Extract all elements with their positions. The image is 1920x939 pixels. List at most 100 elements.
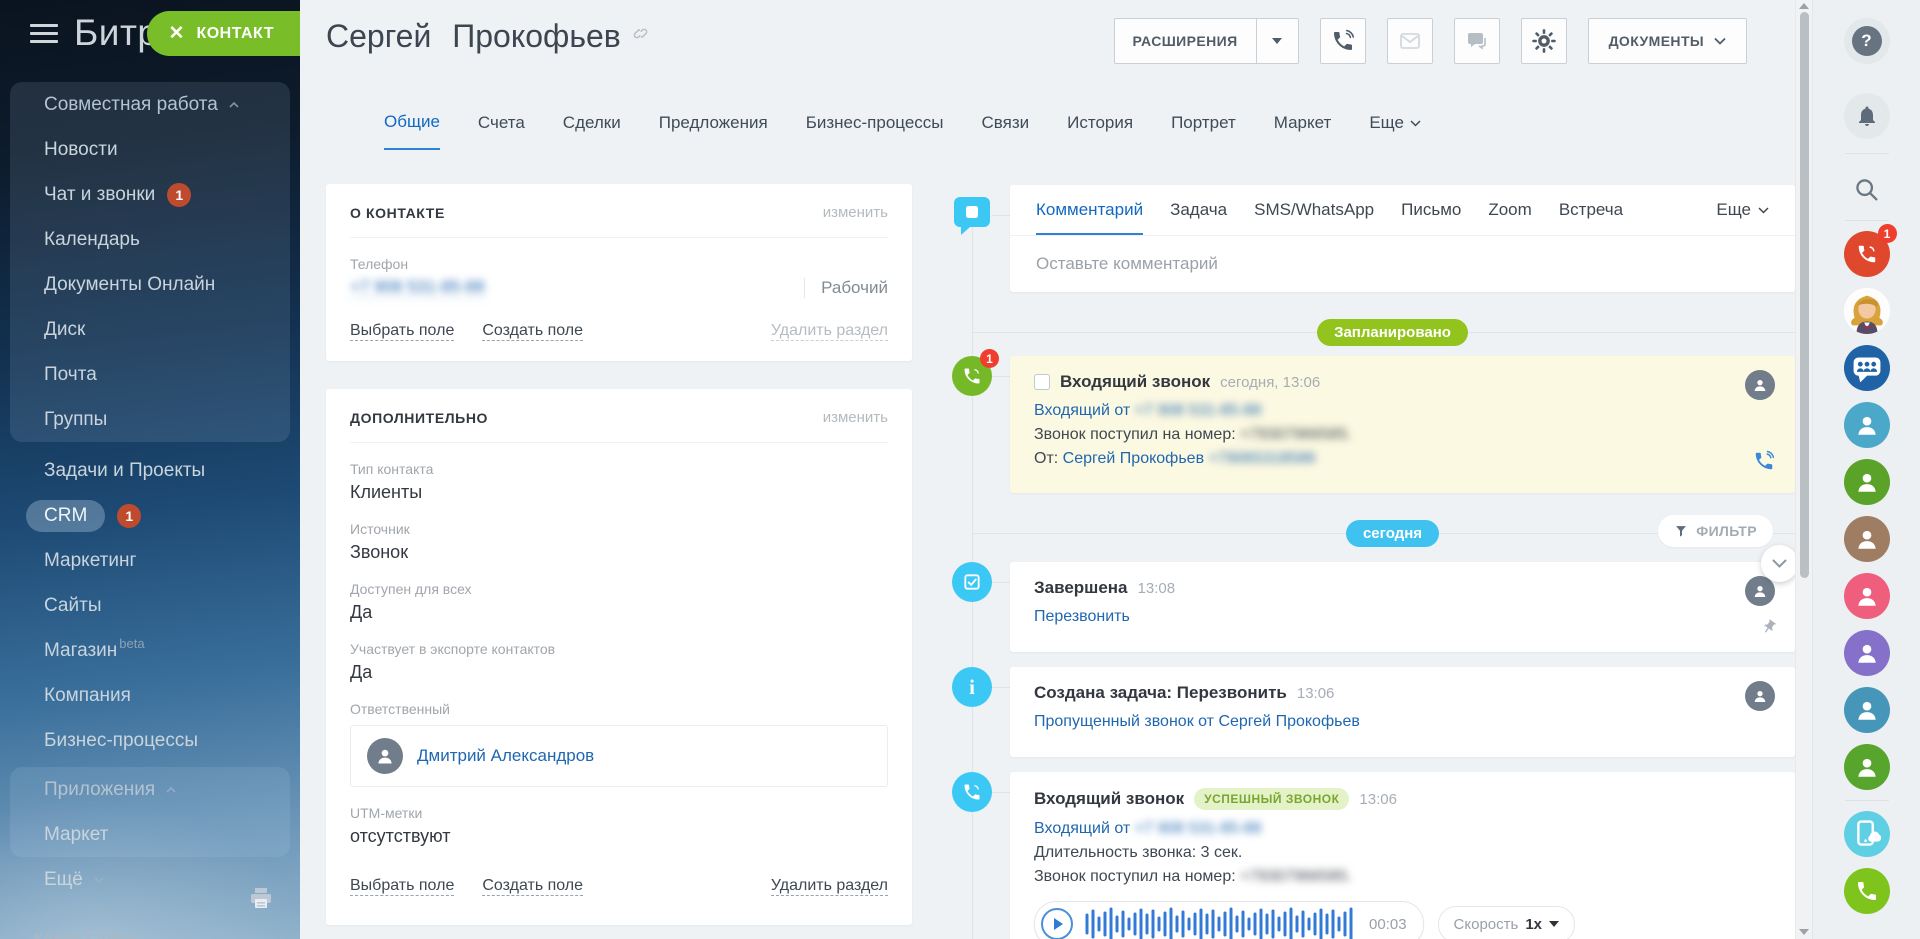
user-avatar[interactable] xyxy=(1844,573,1890,619)
sidebar-item-marketing[interactable]: Маркетинг xyxy=(10,538,290,583)
responsible-user-link[interactable]: Дмитрий Александров xyxy=(417,746,594,766)
avatar[interactable] xyxy=(1745,576,1775,606)
comment-input[interactable] xyxy=(1010,236,1795,292)
contact-entity-pill[interactable]: ✕ КОНТАКТ xyxy=(147,11,300,56)
settings-button[interactable] xyxy=(1521,18,1567,64)
editor-tab-zoom[interactable]: Zoom xyxy=(1488,185,1531,235)
incoming-from-link[interactable]: Входящий от xyxy=(1034,402,1130,419)
editor-tab-sms[interactable]: SMS/WhatsApp xyxy=(1254,185,1374,235)
tab-bizproc[interactable]: Бизнес-процессы xyxy=(806,112,944,150)
create-field-link[interactable]: Создать поле xyxy=(482,322,583,341)
sidebar-item-mail[interactable]: Почта xyxy=(10,352,290,397)
sidebar-item-disk[interactable]: Диск xyxy=(10,307,290,352)
scroll-up-arrow[interactable] xyxy=(1799,3,1809,9)
notifications-button[interactable] xyxy=(1844,93,1890,139)
user-avatar[interactable] xyxy=(1844,744,1890,790)
about-card: О КОНТАКТЕ изменить Телефон +7 908 531-8… xyxy=(326,184,912,361)
telephony-button[interactable] xyxy=(1844,868,1890,914)
select-field-link[interactable]: Выбрать поле xyxy=(350,322,454,341)
user-avatar[interactable] xyxy=(1844,630,1890,676)
tab-relations[interactable]: Связи xyxy=(982,112,1030,150)
contact-phone-link[interactable]: +79065318586 xyxy=(1209,450,1316,467)
about-edit-link[interactable]: изменить xyxy=(823,204,888,221)
caller-phone-link[interactable]: +7 908 531-85-88 xyxy=(1135,820,1262,837)
page-title: Сергей Прокофьев xyxy=(326,14,650,55)
scroll-down-arrow[interactable] xyxy=(1799,929,1809,935)
select-field-link[interactable]: Выбрать поле xyxy=(350,877,454,896)
pin-icon[interactable] xyxy=(1761,619,1777,640)
phone-value-link[interactable]: +7 908 531-85-88 xyxy=(350,277,485,298)
call-counter-badge: 1 xyxy=(1878,224,1897,243)
chat-button[interactable] xyxy=(1454,18,1500,64)
tab-profile[interactable]: Портрет xyxy=(1171,112,1236,150)
user-avatar[interactable] xyxy=(1844,516,1890,562)
editor-tab-meeting[interactable]: Встреча xyxy=(1559,185,1623,235)
extensions-button[interactable]: РАСШИРЕНИЯ xyxy=(1114,18,1299,64)
search-button[interactable] xyxy=(1844,170,1890,210)
sidebar-item-collaboration[interactable]: Совместная работа xyxy=(10,82,290,127)
missed-call-link[interactable]: Пропущенный звонок от Сергей Прокофьев xyxy=(1034,713,1360,730)
sidebar-item-tasks[interactable]: Задачи и Проекты xyxy=(10,448,290,493)
printer-icon[interactable] xyxy=(248,886,274,915)
sitemap-link[interactable]: КАРТА САЙТА xyxy=(34,930,137,939)
avatar[interactable] xyxy=(1745,370,1775,400)
active-call-button[interactable]: 1 xyxy=(1844,231,1890,277)
create-field-link[interactable]: Создать поле xyxy=(482,877,583,896)
contact-link[interactable]: Сергей Прокофьев xyxy=(1063,450,1204,467)
user-avatar[interactable] xyxy=(1844,459,1890,505)
scrollbar-thumb[interactable] xyxy=(1800,12,1809,578)
sidebar-item-sites[interactable]: Сайты xyxy=(10,583,290,628)
sidebar-item-chat[interactable]: Чат и звонки 1 xyxy=(10,172,290,217)
group-chat-avatar[interactable] xyxy=(1844,345,1890,391)
tab-deals[interactable]: Сделки xyxy=(563,112,621,150)
extensions-dropdown-button[interactable] xyxy=(1256,19,1298,63)
editor-tab-more[interactable]: Еще xyxy=(1716,185,1769,235)
sidebar-item-applications[interactable]: Приложения xyxy=(10,767,290,812)
task-link[interactable]: Перезвонить xyxy=(1034,608,1130,625)
sidebar-item-calendar[interactable]: Календарь xyxy=(10,217,290,262)
tab-history[interactable]: История xyxy=(1067,112,1133,150)
sidebar-item-groups[interactable]: Группы xyxy=(10,397,290,442)
sidebar-item-documents[interactable]: Документы Онлайн xyxy=(10,262,290,307)
tab-quotes[interactable]: Предложения xyxy=(659,112,768,150)
nav-group-collaboration: Совместная работа Новости Чат и звонки 1… xyxy=(10,82,290,442)
tab-general[interactable]: Общие xyxy=(384,112,440,150)
sidebar-item-bizproc[interactable]: Бизнес-процессы xyxy=(10,718,290,763)
call-button[interactable] xyxy=(1320,18,1366,64)
sidebar-item-news[interactable]: Новости xyxy=(10,127,290,172)
delete-section-link[interactable]: Удалить раздел xyxy=(771,322,888,341)
contact-fields-column: О КОНТАКТЕ изменить Телефон +7 908 531-8… xyxy=(326,184,912,939)
sidebar-item-shop[interactable]: Магазин beta xyxy=(10,628,290,673)
email-button[interactable] xyxy=(1387,18,1433,64)
item-checkbox[interactable] xyxy=(1034,374,1050,390)
editor-tab-comment[interactable]: Комментарий xyxy=(1036,185,1143,235)
edit-link-icon[interactable] xyxy=(631,14,650,50)
delete-section-link[interactable]: Удалить раздел xyxy=(771,877,888,896)
field-value: Звонок xyxy=(350,542,888,563)
tab-more[interactable]: Еще xyxy=(1369,112,1421,150)
scroll-down-fab[interactable] xyxy=(1761,545,1795,582)
tab-invoices[interactable]: Счета xyxy=(478,112,525,150)
editor-tab-task[interactable]: Задача xyxy=(1170,185,1227,235)
user-avatar[interactable] xyxy=(1844,687,1890,733)
incoming-from-link[interactable]: Входящий от xyxy=(1034,820,1130,837)
filter-button[interactable]: ФИЛЬТР xyxy=(1658,515,1773,547)
caller-phone-link[interactable]: +7 908 531-85-88 xyxy=(1135,402,1262,419)
menu-burger-icon[interactable] xyxy=(30,24,58,48)
close-icon[interactable]: ✕ xyxy=(169,22,185,45)
sidebar-item-company[interactable]: Компания xyxy=(10,673,290,718)
playback-speed-control[interactable]: Скорость 1x xyxy=(1438,906,1575,939)
user-photo-avatar[interactable] xyxy=(1844,288,1890,334)
editor-tab-letter[interactable]: Письмо xyxy=(1401,185,1461,235)
sidebar-item-market[interactable]: Маркет xyxy=(10,812,290,857)
mobile-app-button[interactable] xyxy=(1844,811,1890,857)
help-button[interactable]: ? xyxy=(1844,18,1890,64)
documents-button[interactable]: ДОКУМЕНТЫ xyxy=(1588,18,1747,64)
details-edit-link[interactable]: изменить xyxy=(823,409,888,426)
tab-market[interactable]: Маркет xyxy=(1274,112,1332,150)
play-button[interactable] xyxy=(1041,908,1073,939)
user-avatar[interactable] xyxy=(1844,402,1890,448)
sidebar-item-crm[interactable]: CRM 1 xyxy=(10,493,290,538)
callback-phone-icon[interactable] xyxy=(1753,450,1775,477)
avatar[interactable] xyxy=(1745,681,1775,711)
